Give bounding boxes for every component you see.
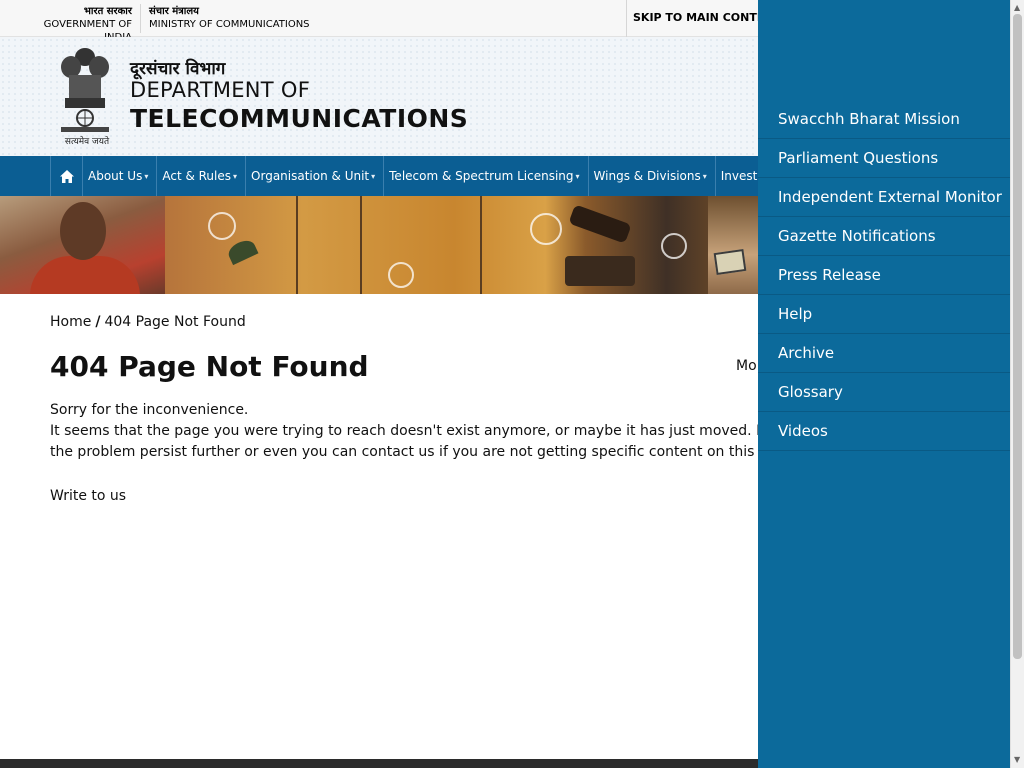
ministry-label[interactable]: संचार मंत्रालय MINISTRY OF COMMUNICATION… [149,5,310,31]
nav-label: About Us [88,169,143,183]
banner-face [60,202,106,260]
drawer-item-help[interactable]: Help [758,295,1010,334]
chevron-down-icon: ▾ [575,171,580,181]
breadcrumb-separator: / [95,314,101,330]
banner-tower [480,196,482,294]
drawer-item-parliament-questions[interactable]: Parliament Questions [758,139,1010,178]
brand-line-1[interactable]: DEPARTMENT OF [130,78,310,102]
gov-hindi: भारत सरकार [83,6,132,17]
banner-tablet [713,249,747,275]
breadcrumb: Home/404 Page Not Found [50,314,246,330]
drawer-item-independent-external-monitor[interactable]: Independent External Monitor [758,178,1010,217]
nav-label: Act & Rules [162,169,232,183]
skip-divider [626,0,627,37]
breadcrumb-current: 404 Page Not Found [104,314,246,330]
banner-tower [360,196,362,294]
nav-home[interactable] [51,156,83,196]
ministry-hindi: संचार मंत्रालय [149,6,199,17]
chevron-down-icon: ▾ [371,171,376,181]
scrollbar-thumb[interactable] [1013,14,1022,659]
drawer-list: Swacchh Bharat Mission Parliament Questi… [758,100,1010,451]
nav-label: Telecom & Spectrum Licensing [389,169,574,183]
drawer-item-glossary[interactable]: Glossary [758,373,1010,412]
side-drawer-menu: Swacchh Bharat Mission Parliament Questi… [758,0,1010,768]
write-to-us-link[interactable]: Write to us [50,488,126,504]
emblem-motto: सत्यमेव जयते [64,137,110,147]
top-divider [140,4,141,33]
message-line-2: It seems that the page you were trying t… [50,423,758,439]
brand-hindi[interactable]: दूरसंचार विभाग [130,56,225,79]
chevron-down-icon: ▾ [233,171,238,181]
scroll-down-arrow-icon[interactable]: ▼ [1014,755,1020,764]
drawer-item-press-release[interactable]: Press Release [758,256,1010,295]
nav-label: Organisation & Unit [251,169,370,183]
banner-signal-ring [530,213,562,245]
drawer-item-archive[interactable]: Archive [758,334,1010,373]
page-scrollbar[interactable]: ▲ ▼ [1010,0,1024,768]
message-line-1: Sorry for the inconvenience. [50,402,249,418]
scroll-up-arrow-icon[interactable]: ▲ [1014,3,1020,12]
banner-signal-ring [388,262,414,288]
ministry-english: MINISTRY OF COMMUNICATIONS [149,19,310,30]
banner-signal-ring [208,212,236,240]
banner-gavel [568,204,632,244]
message-line-3: the problem persist further or even you … [50,444,758,460]
nav-act-rules[interactable]: Act & Rules ▾ [157,156,247,196]
banner-saree [30,256,140,294]
drawer-item-videos[interactable]: Videos [758,412,1010,451]
banner-signal-ring [661,233,687,259]
banner-photo-woman [0,196,165,294]
nav-label: Wings & Divisions [593,169,701,183]
nav-wings-divisions[interactable]: Wings & Divisions ▾ [589,156,716,196]
nav-organisation-unit[interactable]: Organisation & Unit ▾ [246,156,385,196]
home-icon [59,169,74,183]
banner-tower [296,196,298,294]
drawer-item-gazette-notifications[interactable]: Gazette Notifications [758,217,1010,256]
chevron-down-icon: ▾ [144,171,149,181]
error-message: Sorry for the inconvenience. It seems th… [50,400,758,463]
nav-telecom-spectrum-licensing[interactable]: Telecom & Spectrum Licensing ▾ [384,156,589,196]
banner-gavel-block [565,256,635,286]
page-title: 404 Page Not Found [50,350,369,383]
chevron-down-icon: ▾ [702,171,707,181]
nav-about-us[interactable]: About Us ▾ [83,156,158,196]
brand-line-2[interactable]: TELECOMMUNICATIONS [130,104,468,133]
banner-dish [225,236,259,266]
more-link[interactable]: Mo [736,358,757,374]
breadcrumb-home-link[interactable]: Home [50,314,91,330]
drawer-item-swacchh-bharat[interactable]: Swacchh Bharat Mission [758,100,1010,139]
